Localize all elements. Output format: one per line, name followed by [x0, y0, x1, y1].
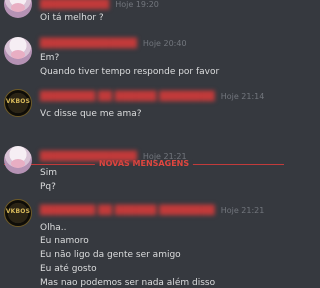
message-text: Mas nao podemos ser nada além disso	[40, 278, 216, 288]
message-text: Quando tiver tempo responde por favor	[40, 67, 220, 77]
username[interactable]: ████████ ██ ██████ ████████	[40, 206, 215, 216]
message-header: ████████ ██ ██████ ████████ Hoje 21:14	[40, 92, 264, 102]
message-header: ████████ ██ ██████ ████████ Hoje 21:21	[40, 206, 264, 216]
message-text: Sim	[40, 168, 57, 178]
message-text: Eu não ligo da gente ser amigo	[40, 250, 181, 260]
user-avatar[interactable]	[4, 0, 32, 18]
message-text: Olha..	[40, 223, 67, 233]
user-avatar[interactable]: VKBOS	[4, 199, 32, 227]
message-header: ██████████████ Hoje 20:40	[40, 39, 187, 49]
username[interactable]: ██████████████	[40, 152, 137, 162]
message-text: Pq?	[40, 182, 56, 192]
message-text: Eu namoro	[40, 236, 89, 246]
user-avatar[interactable]: VKBOS	[4, 89, 32, 117]
message-text: Oi tá melhor ?	[40, 13, 104, 23]
message-header: ██████████████ Hoje 21:21	[40, 152, 187, 162]
timestamp: Hoje 21:21	[142, 152, 187, 161]
username[interactable]: ██████████	[40, 0, 109, 10]
message-header: ██████████ Hoje 19:20	[40, 0, 159, 10]
message-text: Eu até gosto	[40, 264, 97, 274]
message-text: Vc disse que me ama?	[40, 109, 142, 119]
timestamp: Hoje 20:40	[142, 39, 187, 48]
avatar-logo-text: VKBOS	[5, 98, 31, 105]
username[interactable]: ████████ ██ ██████ ████████	[40, 92, 215, 102]
username[interactable]: ██████████████	[40, 39, 137, 49]
avatar-logo-text: VKBOS	[5, 208, 31, 215]
user-avatar[interactable]	[4, 37, 32, 65]
timestamp: Hoje 21:14	[220, 92, 265, 101]
timestamp: Hoje 21:21	[220, 206, 265, 215]
user-avatar[interactable]	[4, 146, 32, 174]
timestamp: Hoje 19:20	[115, 0, 159, 9]
message-text: Em?	[40, 53, 60, 63]
